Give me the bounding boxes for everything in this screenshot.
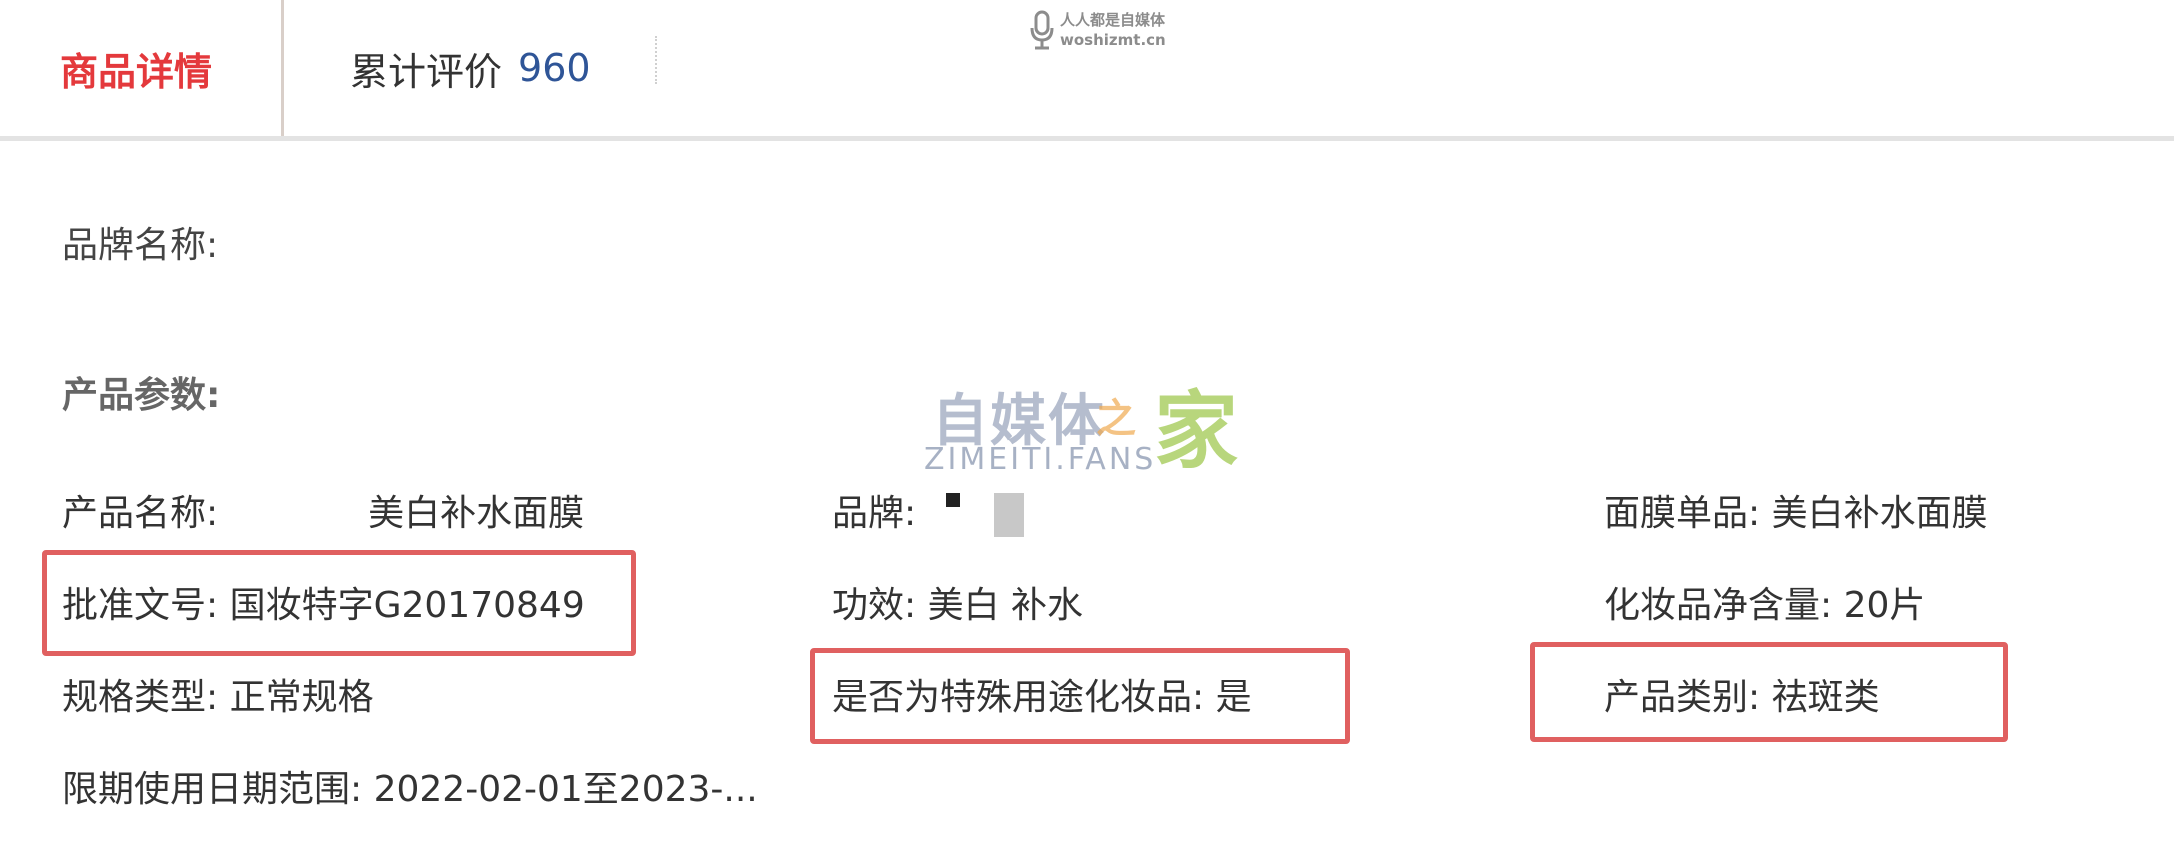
spec-value: 正常规格 (229, 677, 374, 718)
spec-product-name: 产品名称: 美白补水面膜 (62, 484, 584, 536)
spec-label: 功效: (832, 585, 917, 626)
highlight-box-category (1530, 642, 2008, 742)
tab-product-details[interactable]: 商品详情 (0, 0, 284, 136)
watermark-line2: woshizmt.cn (1060, 31, 1166, 49)
spec-label: 化妆品净含量: (1604, 585, 1833, 626)
spec-value: 美白补水面膜 (1771, 493, 1988, 534)
spec-value: 20片 (1843, 585, 1926, 626)
product-params-label: 产品参数: (62, 375, 221, 416)
tab-reviews-label: 累计评价 (350, 49, 503, 94)
spec-label: 面膜单品: (1604, 493, 1761, 534)
spec-spec-type: 规格类型: 正常规格 (62, 668, 374, 720)
spec-label: 规格类型: (62, 677, 219, 718)
spec-mask-single: 面膜单品: 美白补水面膜 (1604, 484, 1988, 536)
watermark-line1: 人人都是自媒体 (1060, 11, 1166, 29)
watermark-logo-jia: 家 (1154, 382, 1239, 480)
spec-label: 品牌: (832, 493, 917, 534)
spec-brand: 品牌: (832, 484, 1026, 537)
spec-label: 限期使用日期范围: (62, 769, 363, 810)
highlight-box-special-use (810, 648, 1350, 744)
highlight-box-approval (42, 550, 636, 656)
watermark-logo-en: ZIMEITI.FANS (924, 442, 1157, 477)
spec-net-content: 化妆品净含量: 20片 (1604, 576, 1925, 628)
tab-divider (655, 36, 657, 84)
tab-product-details-label: 商品详情 (60, 49, 213, 94)
spec-value: 2022-02-01至2023-... (373, 769, 758, 810)
spec-value: 美白 补水 (927, 585, 1084, 626)
spec-effect: 功效: 美白 补水 (832, 576, 1083, 628)
spec-value: 美白补水面膜 (368, 493, 585, 534)
brand-name-label: 品牌名称: (62, 225, 219, 266)
watermark-woshizmt: 人人都是自媒体 woshizmt.cn (1028, 10, 1166, 50)
spec-label: 产品名称: (62, 493, 219, 534)
watermark-zimeiti-logo: 自媒体 之 家 ZIMEITI.FANS (924, 376, 1264, 486)
watermark-logo-zhi: 之 (1096, 396, 1136, 442)
reviews-count: 960 (518, 46, 591, 90)
redacted-brand (916, 493, 1026, 537)
microphone-icon (1030, 10, 1054, 50)
spec-expiry-range: 限期使用日期范围: 2022-02-01至2023-... (62, 760, 758, 812)
tab-reviews[interactable]: 累计评价 960 (350, 0, 591, 136)
